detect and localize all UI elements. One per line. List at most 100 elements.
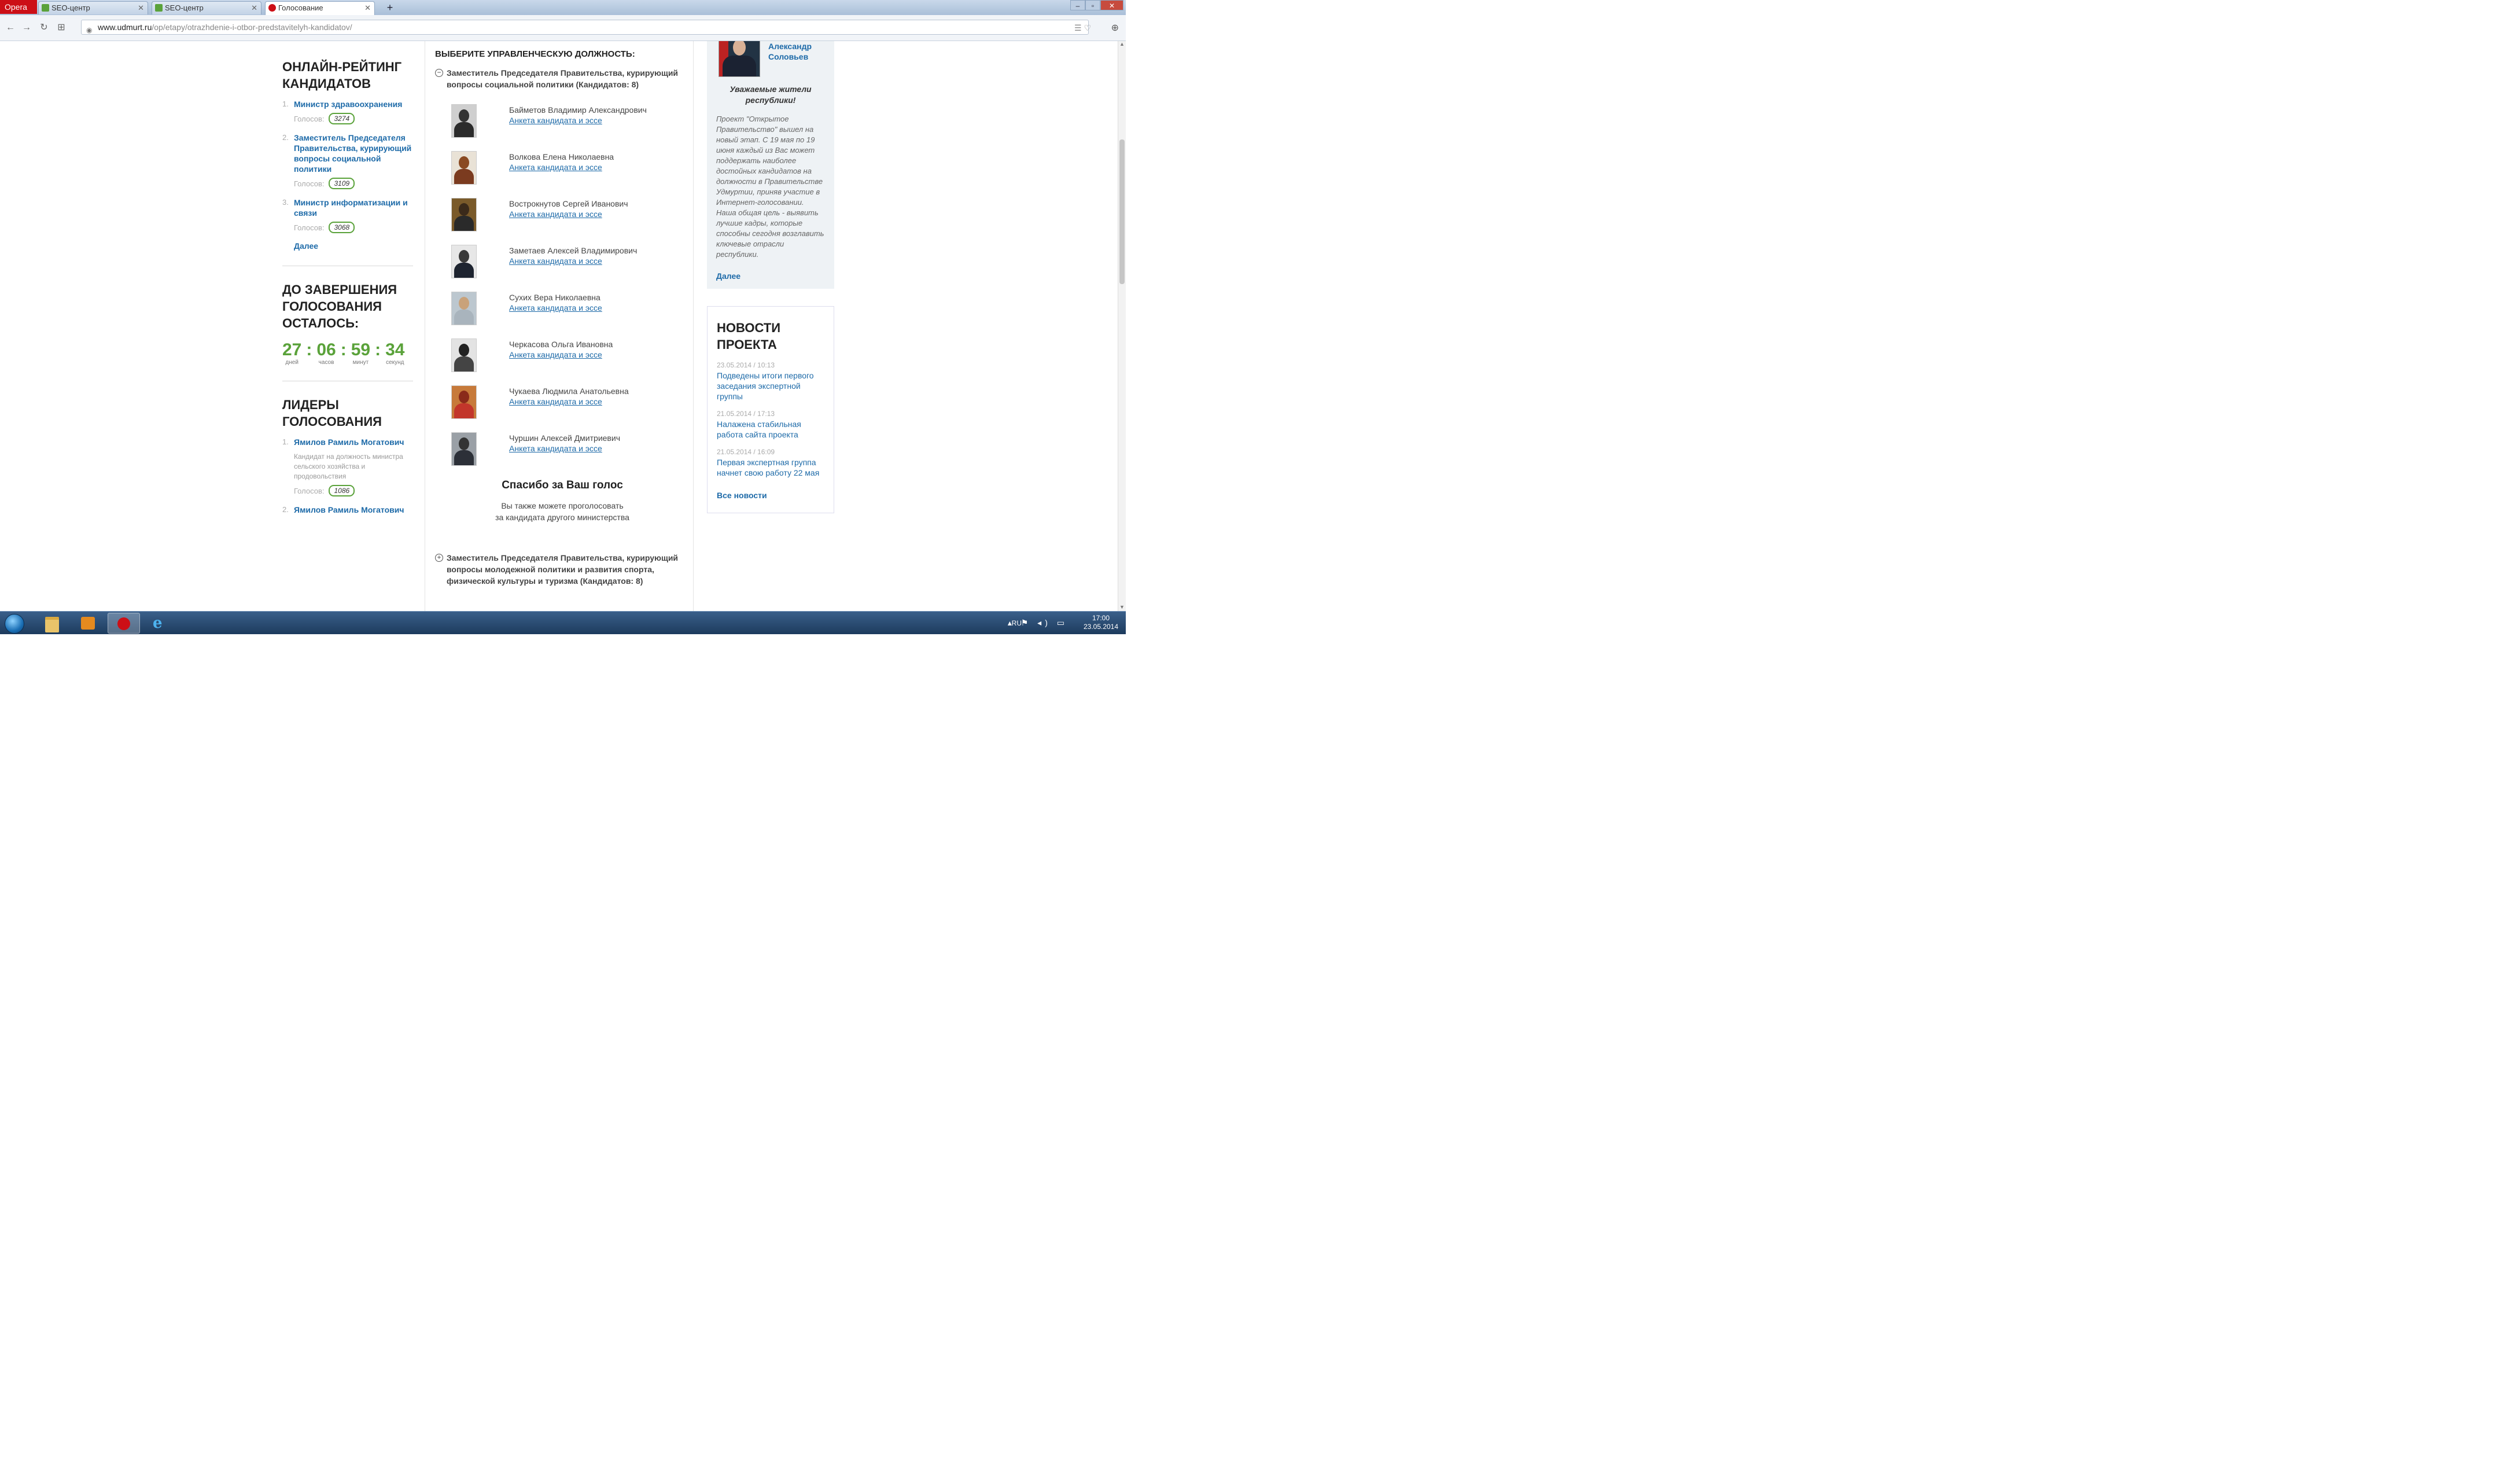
candidate-photo[interactable]: [451, 432, 477, 466]
tab-favicon-icon: [155, 4, 163, 12]
address-bar[interactable]: ◉ www.udmurt.ru/op/etapy/otrazhdenie-i-o…: [81, 20, 1089, 35]
right-sidebar: Александр Соловьев Уважаемые жители респ…: [707, 41, 834, 513]
rank-number: 1.: [282, 437, 289, 446]
taskbar-media-player[interactable]: [72, 613, 104, 634]
countdown-timer: 27 дней : 06 часов : 59 минут : 34 секунд: [282, 341, 413, 366]
scroll-up-icon[interactable]: ▲: [1118, 41, 1126, 48]
column-divider: [693, 41, 694, 611]
countdown-minutes-label: минут: [352, 359, 369, 366]
candidate-row: Чуршин Алексей Дмитриевич Анкета кандидат…: [435, 429, 690, 476]
rank-number: 2.: [282, 133, 289, 142]
tab-seo-2[interactable]: SEO-центр ✕: [152, 1, 261, 14]
collapse-minus-icon[interactable]: −: [435, 69, 443, 77]
countdown-hours: 06: [316, 340, 336, 359]
page-viewport: ОНЛАЙН-РЕЙТИНГ КАНДИДАТОВ 1. Министр здр…: [0, 41, 1126, 611]
candidate-profile-link[interactable]: Анкета кандидата и эссе: [509, 444, 690, 453]
candidate-profile-link[interactable]: Анкета кандидата и эссе: [509, 163, 690, 172]
post-accordion-expanded[interactable]: − Заместитель Председателя Правительства…: [435, 67, 690, 90]
tab-seo-1[interactable]: SEO-центр ✕: [38, 1, 148, 14]
close-tab-icon[interactable]: ✕: [138, 2, 144, 14]
rank-title-link[interactable]: Министр здравоохранения: [294, 99, 413, 109]
list-item: 1. Ямилов Рамиль Могатович Кандидат на д…: [282, 437, 413, 496]
thanks-text: Вы также можете проголосовать за кандида…: [435, 500, 690, 523]
tray-icons[interactable]: ▴ ⚑ ◂) ▭: [1008, 618, 1068, 628]
taskbar-explorer[interactable]: [36, 613, 68, 634]
download-icon[interactable]: ⊕: [1111, 22, 1119, 34]
countdown-seconds-label: секунд: [386, 359, 404, 366]
countdown-seconds: 34: [385, 340, 405, 359]
head-name-link[interactable]: Александр Соловьев: [768, 41, 812, 62]
post-accordion-collapsed[interactable]: + Заместитель Председателя Правительства…: [435, 552, 690, 587]
forward-arrow-icon[interactable]: →: [21, 22, 32, 34]
candidate-photo[interactable]: [451, 104, 477, 138]
close-tab-icon[interactable]: ✕: [251, 2, 257, 14]
taskbar-opera[interactable]: [108, 613, 140, 634]
thanks-line: Вы также можете проголосовать: [501, 501, 624, 510]
address-more-link[interactable]: Далее: [716, 271, 825, 281]
candidate-photo[interactable]: [451, 292, 477, 325]
new-tab-button[interactable]: +: [383, 2, 397, 13]
countdown-days-label: дней: [285, 359, 299, 366]
news-box: НОВОСТИ ПРОЕКТА 23.05.2014 / 10:13 Подве…: [707, 306, 834, 513]
system-clock[interactable]: 17:00 23.05.2014: [1081, 614, 1121, 631]
candidate-name: Волкова Елена Николаевна: [509, 152, 614, 161]
candidate-photo[interactable]: [451, 151, 477, 185]
tab-title: SEO-центр: [165, 3, 204, 12]
candidate-profile-link[interactable]: Анкета кандидата и эссе: [509, 116, 690, 125]
folder-icon: [45, 617, 59, 632]
candidate-photo[interactable]: [451, 245, 477, 278]
list-item: 1. Министр здравоохранения Голосов: 3274: [282, 99, 413, 124]
close-tab-icon[interactable]: ✕: [364, 2, 371, 14]
tab-voting[interactable]: Голосование ✕: [265, 1, 375, 15]
tab-title: Голосование: [278, 3, 323, 12]
news-link[interactable]: Налажена стабильная работа сайта проекта: [717, 419, 824, 440]
rating-more-link[interactable]: Далее: [282, 241, 413, 251]
minimize-button[interactable]: –: [1070, 0, 1085, 10]
news-title: НОВОСТИ ПРОЕКТА: [717, 321, 781, 352]
back-arrow-icon[interactable]: ←: [5, 22, 16, 34]
reload-icon[interactable]: ↻: [38, 22, 50, 34]
leaders-title: ЛИДЕРЫ ГОЛОСОВАНИЯ: [282, 398, 382, 429]
media-player-icon: [81, 617, 95, 630]
taskbar-internet-explorer[interactable]: e: [143, 613, 176, 634]
expand-plus-icon[interactable]: +: [435, 554, 443, 562]
candidate-photo[interactable]: [451, 339, 477, 372]
close-window-button[interactable]: ✕: [1100, 0, 1123, 10]
news-link[interactable]: Подведены итоги первого заседания экспер…: [717, 370, 824, 402]
page-scrollbar[interactable]: ▲ ▼: [1118, 41, 1126, 611]
scroll-down-icon[interactable]: ▼: [1118, 604, 1126, 611]
news-link[interactable]: Первая экспертная группа начнет свою раб…: [717, 457, 824, 478]
candidate-profile-link[interactable]: Анкета кандидата и эссе: [509, 350, 690, 359]
head-address-box: Александр Соловьев Уважаемые жители респ…: [707, 41, 834, 289]
start-button[interactable]: [2, 613, 25, 634]
post-title: Заместитель Председателя Правительства, …: [447, 68, 679, 89]
candidate-list: Байметов Владимир Александрович Анкета ка…: [435, 101, 690, 476]
candidate-profile-link[interactable]: Анкета кандидата и эссе: [509, 303, 690, 312]
thanks-line: за кандидата другого министерства: [495, 513, 629, 522]
leader-name-link[interactable]: Ямилов Рамиль Могатович: [294, 437, 413, 447]
candidate-profile-link[interactable]: Анкета кандидата и эссе: [509, 397, 690, 406]
leader-name-link[interactable]: Ямилов Рамиль Могатович: [294, 505, 413, 515]
screen: Opera SEO-центр ✕ SEO-центр ✕ Голосовани…: [0, 0, 1126, 634]
votes-badge: 3274: [329, 113, 355, 124]
rank-number: 1.: [282, 100, 289, 108]
colon-separator: :: [306, 340, 312, 359]
list-item: 2. Заместитель Председателя Правительств…: [282, 133, 413, 189]
rating-title: ОНЛАЙН-РЕЙТИНГ КАНДИДАТОВ: [282, 60, 402, 91]
opera-menu-button[interactable]: Opera: [0, 0, 37, 14]
rank-title-link[interactable]: Министр информатизации и связи: [294, 197, 413, 218]
candidate-profile-link[interactable]: Анкета кандидата и эссе: [509, 209, 690, 219]
maximize-button[interactable]: ▫: [1085, 0, 1100, 10]
all-news-link[interactable]: Все новости: [717, 491, 824, 500]
scrollbar-thumb[interactable]: [1119, 139, 1125, 284]
candidate-profile-link[interactable]: Анкета кандидата и эссе: [509, 256, 690, 266]
bookmark-heart-icon[interactable]: ☰ ♡: [1074, 23, 1091, 33]
browser-tab-bar: Opera SEO-центр ✕ SEO-центр ✕ Голосовани…: [0, 0, 1126, 16]
news-item: 21.05.2014 / 16:09 Первая экспертная гру…: [717, 448, 824, 478]
candidate-photo[interactable]: [451, 385, 477, 419]
thanks-title: Спасибо за Ваш голос: [502, 479, 623, 491]
candidate-photo[interactable]: [451, 198, 477, 231]
speed-dial-icon[interactable]: ⊞: [56, 22, 67, 34]
candidate-row: Заметаев Алексей Владимирович Анкета канд…: [435, 241, 690, 288]
rank-title-link[interactable]: Заместитель Председателя Правительства, …: [294, 133, 413, 174]
